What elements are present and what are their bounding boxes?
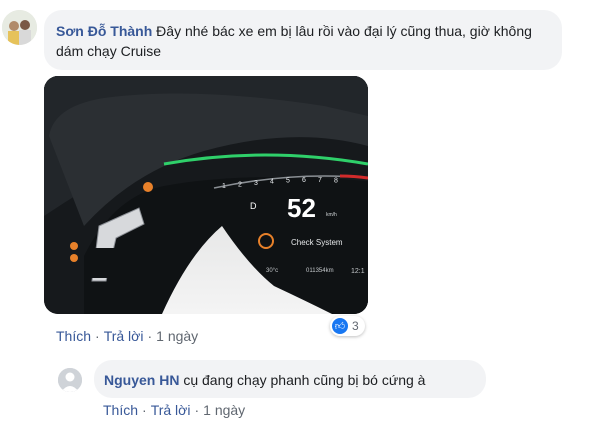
like-button[interactable]: Thích — [103, 402, 138, 418]
default-avatar-icon — [58, 368, 82, 392]
separator-dot: · — [95, 328, 100, 344]
warning-lamp-icon — [70, 242, 78, 250]
dashboard-photo: 1 2 3 4 5 6 7 8 D 52 km/h Check System 30°c 011… — [44, 76, 368, 314]
reply-author[interactable]: Nguyen HN — [104, 372, 179, 388]
reply-actions: Thích · Trả lời · 1 ngày — [103, 402, 245, 418]
tach-label: 8 — [334, 177, 338, 184]
reply-button[interactable]: Trả lời — [104, 328, 144, 344]
dash-message: Check System — [291, 238, 343, 247]
dash-speed-unit: km/h — [326, 212, 337, 218]
reply-avatar[interactable] — [58, 368, 82, 392]
tach-label: 6 — [302, 177, 306, 184]
thumbs-up-icon: 👍︎ — [332, 318, 348, 334]
avatar-icon — [2, 10, 37, 45]
comment-author[interactable]: Sơn Đỗ Thành — [56, 23, 152, 39]
reply-button[interactable]: Trả lời — [151, 402, 191, 418]
dash-odometer: 011354km — [306, 268, 334, 274]
dash-temperature: 30°c — [266, 268, 278, 274]
comment-timestamp[interactable]: 1 ngày — [156, 328, 198, 344]
reaction-count: 3 — [352, 319, 359, 333]
dash-speed: 52 — [287, 193, 316, 223]
tach-label: 4 — [270, 179, 274, 186]
tach-label: 2 — [238, 181, 242, 188]
comment-photo[interactable]: 1 2 3 4 5 6 7 8 D 52 km/h Check System 30°c 011… — [44, 76, 368, 314]
warning-lamp-icon — [143, 182, 153, 192]
dash-clock: 12:1 — [351, 268, 365, 275]
tach-label: 5 — [286, 178, 290, 185]
tach-label: 3 — [254, 180, 258, 187]
reply-text: cụ đang chạy phanh cũng bị bó cứng à — [183, 372, 426, 388]
like-button[interactable]: Thích — [56, 328, 91, 344]
reply-timestamp[interactable]: 1 ngày — [203, 402, 245, 418]
separator-dot: · — [194, 402, 200, 418]
separator-dot: · — [147, 328, 153, 344]
reply-body: Nguyen HN cụ đang chạy phanh cũng bị bó … — [104, 370, 425, 390]
separator-dot: · — [142, 402, 147, 418]
dash-gear: D — [250, 201, 257, 211]
tach-label: 7 — [318, 177, 322, 184]
comment-actions: Thích · Trả lời · 1 ngày — [56, 328, 198, 344]
comment-body: Sơn Đỗ Thành Đây nhé bác xe em bị lâu rồ… — [56, 21, 556, 61]
reaction-count-badge[interactable]: 👍︎ 3 — [330, 316, 365, 336]
warning-lamp-icon — [70, 254, 78, 262]
commenter-avatar[interactable] — [2, 10, 37, 45]
tach-label: 1 — [222, 183, 226, 190]
